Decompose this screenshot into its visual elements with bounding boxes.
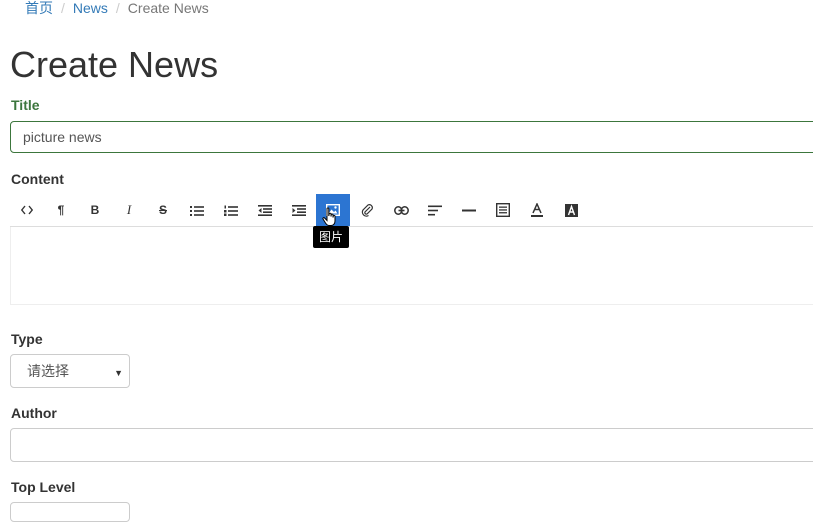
author-label: Author — [11, 405, 57, 421]
link-icon[interactable] — [384, 194, 418, 226]
page-title: Create News — [10, 44, 219, 85]
pilcrow-icon[interactable]: ¶ — [44, 194, 78, 226]
bold-icon[interactable]: B — [78, 194, 112, 226]
title-label: Title — [11, 97, 40, 113]
strikethrough-icon[interactable]: S — [146, 194, 180, 226]
type-select-value: 请选择 — [27, 363, 69, 379]
breadcrumb-news-link[interactable]: News — [73, 0, 108, 16]
type-select[interactable]: 请选择 ▼ — [10, 354, 130, 388]
hand-pointer-cursor — [322, 207, 338, 232]
editor-content-area[interactable] — [10, 227, 813, 305]
caret-down-icon: ▼ — [114, 368, 123, 378]
indent-icon[interactable] — [282, 194, 316, 226]
numbered-list-icon[interactable] — [214, 194, 248, 226]
author-input[interactable] — [10, 428, 813, 462]
background-color-icon[interactable] — [554, 194, 588, 226]
breadcrumb-home-link[interactable]: 首页 — [25, 0, 53, 16]
italic-icon[interactable]: I — [112, 194, 146, 226]
breadcrumb-separator: / — [115, 0, 120, 16]
breadcrumb: 首页 / News / Create News — [25, 0, 209, 16]
font-color-icon[interactable] — [520, 194, 554, 226]
horizontal-rule-icon[interactable] — [452, 194, 486, 226]
top-level-label: Top Level — [11, 479, 76, 495]
breadcrumb-separator: / — [61, 0, 65, 16]
outdent-icon[interactable] — [248, 194, 282, 226]
code-icon[interactable] — [10, 194, 44, 226]
paperclip-icon[interactable] — [350, 194, 384, 226]
breadcrumb-current: Create News — [127, 0, 209, 16]
table-icon[interactable] — [486, 194, 520, 226]
title-input[interactable] — [10, 121, 813, 153]
top-level-select[interactable] — [10, 502, 130, 522]
rich-text-editor: ¶ B I S — [10, 193, 813, 305]
content-label: Content — [11, 171, 64, 187]
type-label: Type — [11, 331, 43, 347]
bullet-list-icon[interactable] — [180, 194, 214, 226]
align-icon[interactable] — [418, 194, 452, 226]
editor-toolbar: ¶ B I S — [10, 193, 813, 227]
